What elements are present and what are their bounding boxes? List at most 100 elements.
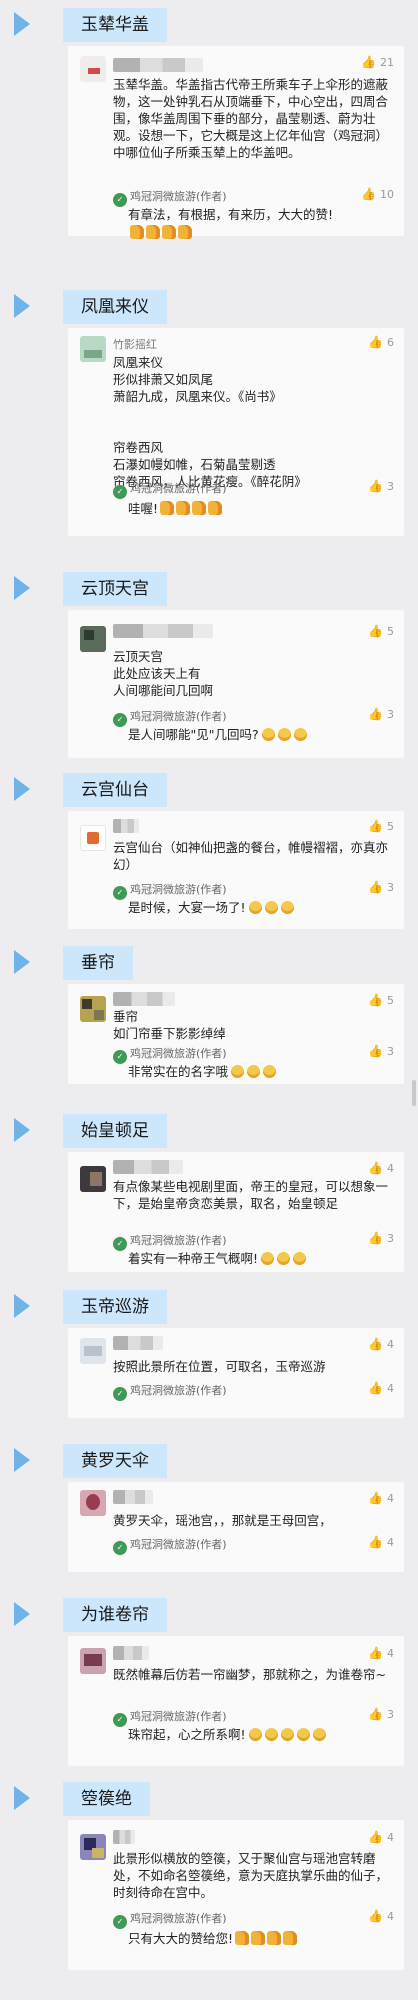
comment-page: { "sections": [ { "tag": "玉辇华盖", "likes"… (0, 0, 418, 2000)
thumbs-up-emoji-icon (176, 501, 191, 515)
smiley-emoji-icon (280, 901, 294, 914)
thumb-up-icon: 👍 (368, 1381, 383, 1395)
comment-text: 既然帷幕后仿若一帘幽梦，那就称之，为谁卷帘~ (113, 1667, 386, 1682)
like-button[interactable]: 👍 5 (368, 993, 394, 1007)
smiley-emoji-icon (231, 1065, 245, 1078)
like-button[interactable]: 👍 4 (368, 1337, 394, 1351)
reply-author: ✓ 鸡冠洞微旅游(作者) (113, 480, 227, 499)
section-8: 黄罗天伞 👍 4 黄罗天伞，瑶池宫，，那就是王母回宫， ✓ 鸡冠洞微旅游(作者) 👍… (0, 1444, 418, 1572)
reply-like-button[interactable]: 👍 3 (368, 707, 394, 721)
reply-like-button[interactable]: 👍 4 (368, 1381, 394, 1395)
avatar[interactable] (80, 1834, 106, 1860)
avatar[interactable] (80, 825, 106, 851)
comment-text: 垂帘 如门帘垂下影影绰绰 (113, 1009, 226, 1041)
username[interactable]: 竹影摇红 (113, 336, 157, 352)
author-badge-icon: ✓ (113, 1915, 127, 1929)
comment-card: 👍 5 云宫仙台（如神仙把盏的餐台，帷幔褶褶，亦真亦幻） ✓ 鸡冠洞微旅游(作者) … (68, 811, 404, 929)
smiley-emoji-icon (248, 901, 262, 914)
author-badge-icon: ✓ (113, 1713, 127, 1727)
smiley-emoji-icon (261, 728, 275, 741)
thumb-up-icon: 👍 (368, 624, 383, 638)
reply-author: ✓ 鸡冠洞微旅游(作者) (113, 1708, 227, 1727)
thumb-up-icon: 👍 (368, 1491, 383, 1505)
smiley-emoji-icon (277, 1252, 291, 1265)
smiley-emoji-icon (263, 1065, 277, 1078)
comment-text: 凤凰来仪 形似排萧又如凤尾 萧韶九成，凤凰来仪。《尚书》 帘卷西风 石瀑如幔如帷… (113, 355, 307, 489)
section-tag: 云宫仙台 (63, 773, 167, 807)
avatar[interactable] (80, 1166, 106, 1192)
reply-like-button[interactable]: 👍 3 (368, 479, 394, 493)
username-blurred[interactable] (113, 58, 203, 72)
reply-author: ✓ 鸡冠洞微旅游(作者) (113, 708, 227, 727)
section-tag: 云顶天宫 (63, 572, 167, 606)
comment-card: 👍 4 既然帷幕后仿若一帘幽梦，那就称之，为谁卷帘~ ✓ 鸡冠洞微旅游(作者) 👍 3… (68, 1636, 404, 1766)
comment-card: 竹影摇红 👍 6 凤凰来仪 形似排萧又如凤尾 萧韶九成，凤凰来仪。《尚书》 帘卷西… (68, 328, 404, 536)
username-blurred[interactable] (113, 624, 213, 638)
comment-text: 此景形似横放的箜篌，又于聚仙宫与瑶池宫转磨处，不如命名箜篌绝，意为天庭执掌乐曲的… (113, 1851, 389, 1900)
username-blurred[interactable] (113, 1646, 149, 1660)
avatar[interactable] (80, 996, 106, 1022)
reply-like-button[interactable]: 👍 10 (361, 187, 394, 201)
section-7: 玉帝巡游 👍 4 按照此景所在位置，可取名，玉帝巡游 ✓ 鸡冠洞微旅游(作者) 👍 4 (0, 1290, 418, 1418)
section-9: 为谁卷帘 👍 4 既然帷幕后仿若一帘幽梦，那就称之，为谁卷帘~ ✓ 鸡冠洞微旅游(作… (0, 1598, 418, 1766)
username-blurred[interactable] (113, 992, 175, 1006)
like-button[interactable]: 👍 4 (368, 1646, 394, 1660)
thumbs-up-emoji-icon (130, 225, 144, 239)
reply-author: ✓ 鸡冠洞微旅游(作者) (113, 188, 227, 207)
like-button[interactable]: 👍 4 (368, 1491, 394, 1505)
author-badge-icon: ✓ (113, 1387, 127, 1401)
comment-card: 👍 4 此景形似横放的箜篌，又于聚仙宫与瑶池宫转磨处，不如命名箜篌绝，意为天庭执掌… (68, 1820, 404, 1970)
like-button[interactable]: 👍 21 (361, 55, 394, 69)
reply-like-button[interactable]: 👍 3 (368, 1231, 394, 1245)
section-tag: 垂帘 (63, 946, 133, 980)
reply-text: 是时候，大宴一场了! (128, 899, 394, 916)
username-blurred[interactable] (113, 819, 139, 833)
username-blurred[interactable] (113, 1830, 135, 1844)
avatar[interactable] (80, 56, 106, 82)
avatar[interactable] (80, 336, 106, 362)
section-3: 云顶天宫 👍 5 云顶天宫 此处应该天上有 人间哪能间几回啊 ✓ 鸡冠洞微旅游(作者… (0, 572, 418, 758)
reply-like-button[interactable]: 👍 4 (368, 1535, 394, 1549)
section-tag: 始皇顿足 (63, 1114, 167, 1148)
flag-icon (14, 950, 30, 974)
thumb-up-icon: 👍 (368, 993, 383, 1007)
like-button[interactable]: 👍 4 (368, 1161, 394, 1175)
username-blurred[interactable] (113, 1336, 163, 1350)
comment-text: 云宫仙台（如神仙把盏的餐台，帷幔褶褶，亦真亦幻） (113, 840, 389, 872)
like-button[interactable]: 👍 5 (368, 624, 394, 638)
smiley-emoji-icon (280, 1728, 294, 1741)
reply-like-button[interactable]: 👍 3 (368, 1044, 394, 1058)
reply-author: ✓ 鸡冠洞微旅游(作者) (113, 1232, 227, 1251)
comment-text: 按照此景所在位置，可取名，玉帝巡游 (113, 1359, 326, 1374)
username-blurred[interactable] (113, 1160, 183, 1174)
avatar[interactable] (80, 1490, 106, 1516)
scrollbar[interactable] (412, 1080, 416, 1106)
like-button[interactable]: 👍 5 (368, 819, 394, 833)
thumb-up-icon: 👍 (368, 880, 383, 894)
reply-text: 有章法，有根据，有来历，大大的赞! (128, 207, 334, 222)
thumbs-up-emoji-icon (267, 1931, 282, 1945)
author-badge-icon: ✓ (113, 886, 127, 900)
smiley-emoji-icon (277, 728, 291, 741)
section-tag: 玉帝巡游 (63, 1290, 167, 1324)
smiley-emoji-icon (312, 1728, 326, 1741)
avatar[interactable] (80, 1338, 106, 1364)
section-5: 垂帘 👍 5 垂帘 如门帘垂下影影绰绰 ✓ 鸡冠洞微旅游(作者) 👍 3 非常实在的名… (0, 946, 418, 1084)
avatar[interactable] (80, 1648, 106, 1674)
comment-card: 👍 21 玉辇华盖。华盖指古代帝王所乘车子上伞形的遮蔽物，这一处钟乳石从顶端垂下，… (68, 46, 404, 239)
like-button[interactable]: 👍 6 (368, 335, 394, 349)
reply-text: 非常实在的名字哦 (128, 1063, 394, 1080)
flag-icon (14, 294, 30, 318)
like-button[interactable]: 👍 4 (368, 1830, 394, 1844)
author-badge-icon: ✓ (113, 1050, 127, 1064)
thumb-up-icon: 👍 (361, 187, 376, 201)
thumb-up-icon: 👍 (368, 1337, 383, 1351)
avatar[interactable] (80, 626, 106, 652)
thumbs-up-emoji-icon (208, 501, 223, 515)
username-blurred[interactable] (113, 1490, 153, 1504)
comment-card: 👍 5 云顶天宫 此处应该天上有 人间哪能间几回啊 ✓ 鸡冠洞微旅游(作者) 👍 3 … (68, 610, 404, 758)
reply-like-button[interactable]: 👍 3 (368, 1707, 394, 1721)
reply-emoji-row (128, 224, 394, 241)
reply-like-button[interactable]: 👍 4 (368, 1909, 394, 1923)
reply-like-button[interactable]: 👍 3 (368, 880, 394, 894)
